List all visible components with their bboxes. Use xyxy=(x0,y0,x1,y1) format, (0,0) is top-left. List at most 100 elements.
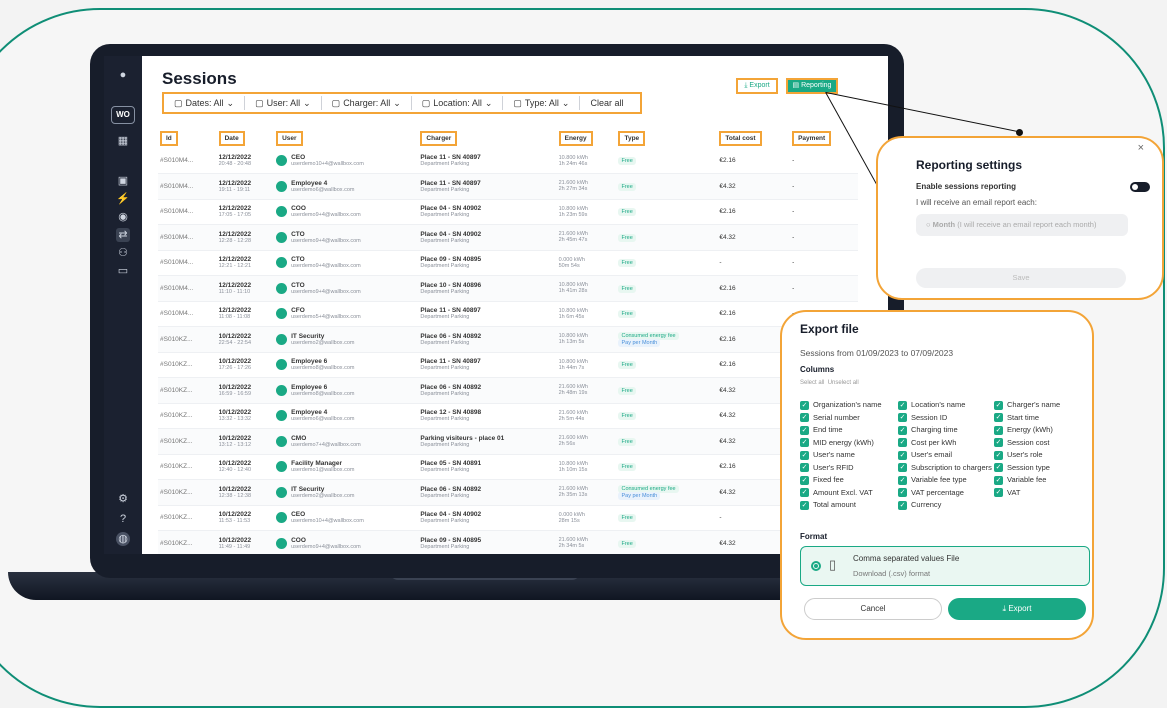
duration-value: 50m 54s xyxy=(558,262,580,269)
type-badge: Free xyxy=(618,310,636,319)
charger-name: Place 06 - SN 40892 xyxy=(420,383,482,391)
charger-icon[interactable]: ⚡ xyxy=(116,192,130,206)
select-all-link[interactable]: Select all xyxy=(800,380,824,386)
table-row[interactable]: #S010KZ... 10/12/2022 12:40 - 12:40 Facilit… xyxy=(158,454,858,480)
column-checkbox[interactable]: ✓ VAT xyxy=(994,488,1090,498)
sessions-icon[interactable]: ⇄ xyxy=(116,228,130,242)
settings-icon[interactable]: ⚙ xyxy=(116,492,130,506)
column-header[interactable]: Charger xyxy=(420,130,458,146)
filter-label: User: All xyxy=(266,98,301,108)
column-checkbox[interactable]: ✓ Total amount xyxy=(800,500,898,510)
table-row[interactable]: #S010KZ... 10/12/2022 13:32 - 13:32 Employe… xyxy=(158,403,858,429)
user-cell: Employee 4 userdemo6@wallbox.com xyxy=(274,403,419,429)
csv-format-option[interactable]: ▯ Comma separated values File Download (… xyxy=(800,546,1090,586)
location-icon[interactable]: ◉ xyxy=(116,210,130,224)
type-badge: Free xyxy=(618,284,636,293)
filter-5[interactable]: Clear all xyxy=(580,96,633,110)
column-header[interactable]: User xyxy=(276,130,303,146)
column-checkbox[interactable]: ✓ Energy (kWh) xyxy=(994,425,1090,435)
column-checkbox[interactable]: ✓ Currency xyxy=(898,500,994,510)
column-checkbox[interactable]: ✓ User's RFID xyxy=(800,463,898,473)
column-checkbox[interactable]: ✓ Session cost xyxy=(994,438,1090,448)
month-option[interactable]: ○ Month (I will receive an email report … xyxy=(916,214,1128,236)
column-checkbox[interactable]: ✓ Serial number xyxy=(800,413,898,423)
filter-3[interactable]: ▢ Location: All ⌄ xyxy=(412,96,504,110)
column-checkbox[interactable]: ✓ Cost per kWh xyxy=(898,438,994,448)
energy-cell: 0.000 kWh 28m 15s xyxy=(556,505,617,531)
column-header[interactable]: Payment xyxy=(792,130,832,146)
table-row[interactable]: #S010M4... 12/12/2022 17:05 - 17:05 COO user… xyxy=(158,199,858,225)
column-checkbox[interactable]: ✓ VAT percentage xyxy=(898,488,994,498)
duration-value: 1h 6m 45s xyxy=(558,313,585,320)
charger-location: Department Parking xyxy=(420,263,470,270)
column-header[interactable]: Id xyxy=(160,130,178,146)
table-row[interactable]: #S010KZ... 10/12/2022 22:54 - 22:54 IT Secu… xyxy=(158,326,858,353)
help-icon[interactable]: ? xyxy=(116,512,130,526)
column-checkbox[interactable]: ✓ Start time xyxy=(994,413,1090,423)
unselect-all-link[interactable]: Unselect all xyxy=(828,380,859,386)
session-time: 22:54 - 22:54 xyxy=(218,339,252,346)
users-icon[interactable]: ⚇ xyxy=(116,246,130,260)
date-cell: 10/12/2022 12:38 - 12:38 xyxy=(216,479,275,506)
column-header[interactable]: Date xyxy=(218,130,245,146)
filter-label: Dates: All xyxy=(185,98,224,108)
dashboard-icon[interactable]: ▣ xyxy=(116,174,130,188)
reporting-toggle[interactable] xyxy=(1130,182,1150,192)
column-checkbox[interactable]: ✓ Charging time xyxy=(898,425,994,435)
column-checkbox[interactable]: ✓ Charger's name xyxy=(994,400,1090,410)
column-label: Currency xyxy=(911,500,942,510)
table-row[interactable]: #S010M4... 12/12/2022 12:28 - 12:28 CTO user… xyxy=(158,224,858,251)
column-header[interactable]: Total cost xyxy=(719,130,762,146)
column-checkbox[interactable]: ✓ Subscription to chargers xyxy=(898,463,994,473)
user-cell: CFO userdemo5+4@wallbox.com xyxy=(274,301,419,327)
column-checkbox[interactable]: ✓ User's name xyxy=(800,450,898,460)
column-checkbox[interactable]: ✓ Fixed fee xyxy=(800,475,898,485)
card-icon[interactable]: ▭ xyxy=(116,264,130,278)
column-checkbox[interactable]: ✓ Variable fee type xyxy=(898,475,994,485)
table-row[interactable]: #S010KZ... 10/12/2022 11:53 - 11:53 CEO user… xyxy=(158,505,858,531)
export-button[interactable]: ⤓ Export xyxy=(736,78,778,94)
charger-cell: Place 05 - SN 40891 Department Parking xyxy=(418,454,557,480)
column-checkbox[interactable]: ✓ User's role xyxy=(994,450,1090,460)
column-checkbox[interactable]: ✓ Organization's name xyxy=(800,400,898,410)
table-row[interactable]: #S010M4... 12/12/2022 20:48 - 20:48 CEO user… xyxy=(158,148,858,174)
cancel-button[interactable]: Cancel xyxy=(804,598,942,620)
table-row[interactable]: #S010KZ... 10/12/2022 17:26 - 17:26 Employe… xyxy=(158,352,858,378)
session-id: #S010M4... xyxy=(158,250,217,276)
column-checkbox[interactable]: ✓ MID energy (kWh) xyxy=(800,438,898,448)
avatar xyxy=(276,359,288,371)
table-row[interactable]: #S010M4... 12/12/2022 11:08 - 11:08 CFO user… xyxy=(158,301,858,327)
table-row[interactable]: #S010M4... 12/12/2022 11:10 - 11:10 CTO user… xyxy=(158,275,858,302)
session-date: 12/12/2022 xyxy=(218,179,252,187)
table-row[interactable]: #S010KZ... 10/12/2022 16:59 - 16:59 Employe… xyxy=(158,377,858,404)
column-checkbox[interactable]: ✓ Session ID xyxy=(898,413,994,423)
session-id: #S010KZ... xyxy=(158,326,217,353)
duration-value: 1h 10m 15s xyxy=(558,466,588,473)
workspace-badge[interactable]: WO xyxy=(111,106,135,124)
filter-2[interactable]: ▢ Charger: All ⌄ xyxy=(322,96,412,110)
avatar[interactable]: ◍ xyxy=(116,532,130,546)
export-submit-button[interactable]: ⤓ Export xyxy=(948,598,1086,620)
checkbox-checked-icon: ✓ xyxy=(898,438,907,448)
filter-0[interactable]: ▢ Dates: All ⌄ xyxy=(164,96,246,110)
close-icon[interactable]: × xyxy=(1138,142,1144,154)
column-checkbox[interactable]: ✓ User's email xyxy=(898,450,994,460)
table-row[interactable]: #S010KZ... 10/12/2022 11:49 - 11:49 COO user… xyxy=(158,530,858,554)
table-row[interactable]: #S010M4... 12/12/2022 19:11 - 19:11 Employe… xyxy=(158,173,858,200)
table-row[interactable]: #S010KZ... 10/12/2022 12:38 - 12:38 IT Secu… xyxy=(158,479,858,506)
table-row[interactable]: #S010KZ... 10/12/2022 13:12 - 13:12 CMO user… xyxy=(158,428,858,455)
filter-4[interactable]: ▢ Type: All ⌄ xyxy=(503,96,581,110)
save-button[interactable]: Save xyxy=(916,268,1126,288)
charger-location: Department Parking xyxy=(420,314,470,321)
filter-1[interactable]: ▢ User: All ⌄ xyxy=(245,96,322,110)
column-checkbox[interactable]: ✓ End time xyxy=(800,425,898,435)
reporting-button[interactable]: ▤ Reporting xyxy=(786,78,838,94)
column-checkbox[interactable]: ✓ Location's name xyxy=(898,400,994,410)
column-checkbox[interactable]: ✓ Amount Excl. VAT xyxy=(800,488,898,498)
table-row[interactable]: #S010M4... 12/12/2022 12:21 - 12:21 CTO user… xyxy=(158,250,858,276)
column-header[interactable]: Energy xyxy=(558,130,593,146)
building-icon[interactable]: ▦ xyxy=(116,134,130,148)
column-checkbox[interactable]: ✓ Session type xyxy=(994,463,1090,473)
column-header[interactable]: Type xyxy=(618,130,646,146)
column-checkbox[interactable]: ✓ Variable fee xyxy=(994,475,1090,485)
